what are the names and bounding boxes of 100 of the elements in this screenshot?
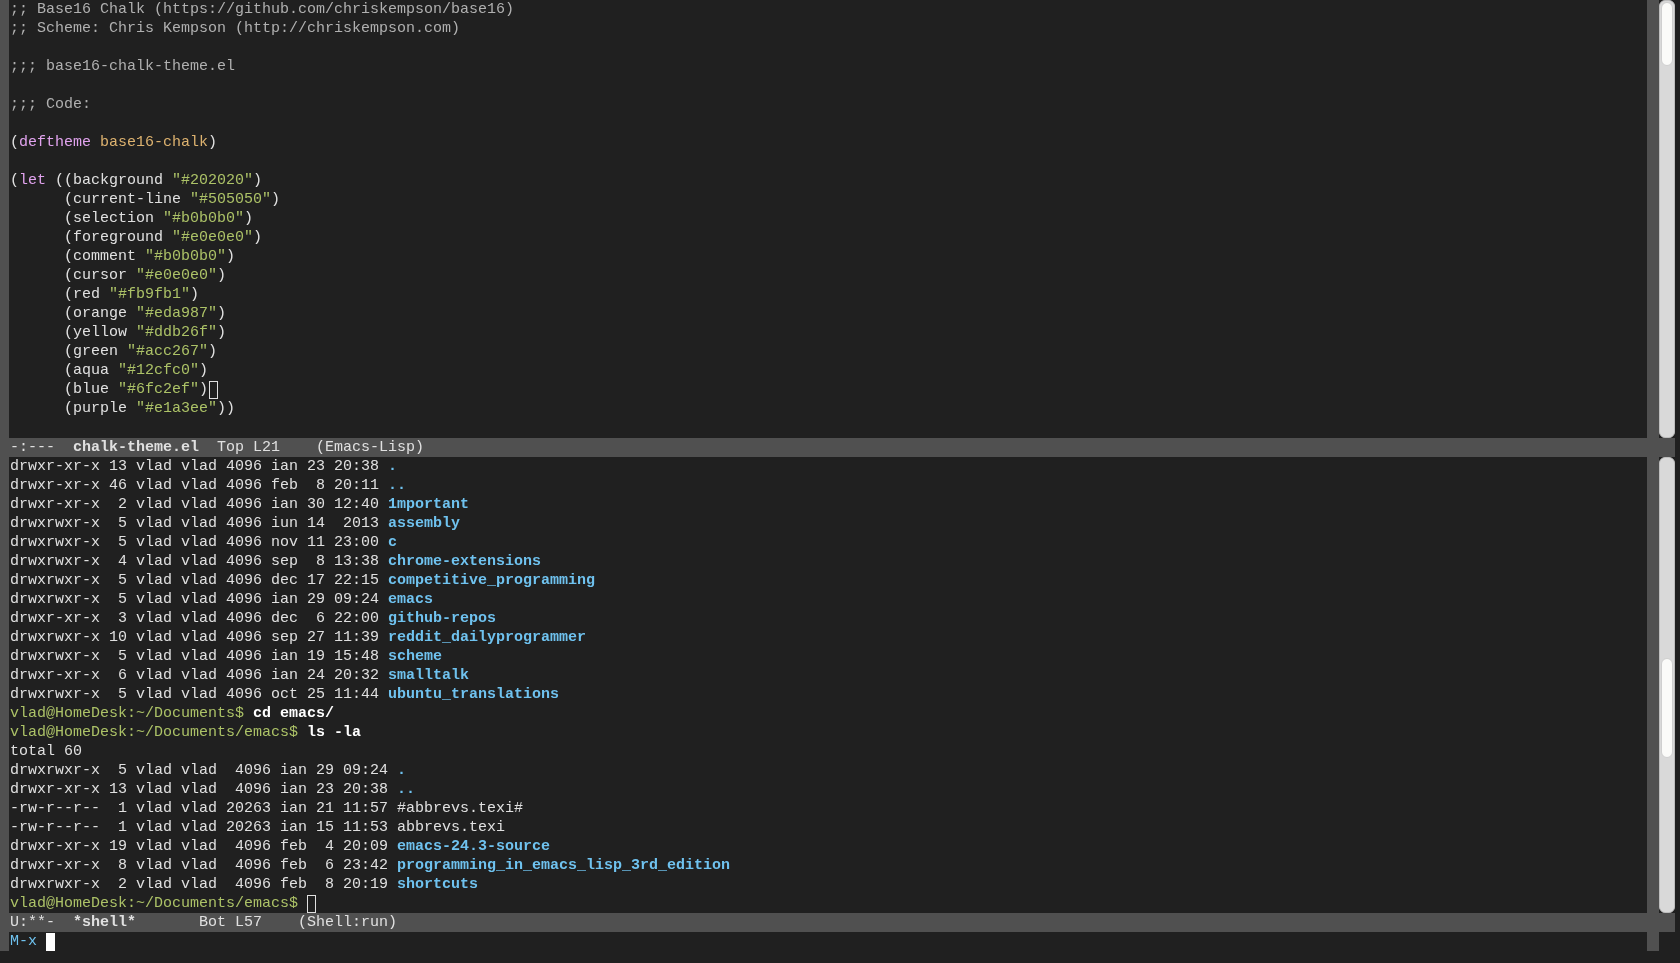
code-text: (current-line bbox=[63, 190, 183, 209]
major-mode: (Shell:run) bbox=[298, 913, 398, 932]
string-literal: "#6fc2ef" bbox=[118, 380, 200, 399]
scrollbar-track[interactable] bbox=[1659, 0, 1675, 438]
directory-name: assembly bbox=[388, 514, 461, 533]
minibuffer-prompt: M-x bbox=[10, 932, 37, 951]
file-name: #abbrevs.texi# bbox=[397, 799, 524, 818]
code-keyword: let bbox=[19, 171, 47, 190]
string-literal: "#ddb26f" bbox=[136, 323, 218, 342]
listing-details: drwxr-xr-x 46 vlad vlad 4096 feb 8 20:11 bbox=[10, 476, 380, 495]
listing-details: drwxr-xr-x 8 vlad vlad 4096 feb 6 23:42 bbox=[10, 856, 389, 875]
string-literal: "#e0e0e0" bbox=[172, 228, 254, 247]
shell-prompt: vlad@HomeDesk:~/Documents/emacs$ bbox=[10, 723, 299, 742]
code-text: ) bbox=[253, 228, 263, 247]
string-literal: "#b0b0b0" bbox=[145, 247, 227, 266]
shell-output: total 60 bbox=[10, 742, 82, 761]
directory-name: scheme bbox=[388, 647, 443, 666]
directory-name: 1mportant bbox=[388, 495, 470, 514]
code-text: ) bbox=[217, 266, 227, 285]
code-text: (aqua bbox=[63, 361, 111, 380]
string-literal: "#fb9fb1" bbox=[109, 285, 191, 304]
directory-name: emacs bbox=[388, 590, 434, 609]
string-literal: "#acc267" bbox=[127, 342, 209, 361]
code-text: (yellow bbox=[63, 323, 129, 342]
listing-details: drwxrwxr-x 5 vlad vlad 4096 dec 17 22:15 bbox=[10, 571, 380, 590]
listing-details: drwxrwxr-x 5 vlad vlad 4096 ian 29 09:24 bbox=[10, 761, 389, 780]
buffer-position: Bot L57 bbox=[199, 913, 264, 932]
string-literal: "#e0e0e0" bbox=[136, 266, 218, 285]
buffer-name: *shell* bbox=[73, 913, 137, 932]
directory-name: competitive_programming bbox=[388, 571, 596, 590]
scrollbar-track[interactable] bbox=[1659, 457, 1675, 913]
directory-name: chrome-extensions bbox=[388, 552, 542, 571]
code-text: ) bbox=[199, 361, 209, 380]
code-text: )) bbox=[217, 399, 236, 418]
directory-name: c bbox=[388, 533, 398, 552]
code-text: ) bbox=[226, 247, 236, 266]
buffer-status: U:**- bbox=[10, 913, 56, 932]
shell-command: cd emacs/ bbox=[253, 704, 335, 723]
listing-details: drwxrwxr-x 5 vlad vlad 4096 nov 11 23:00 bbox=[10, 533, 380, 552]
directory-name: github-repos bbox=[388, 609, 497, 628]
code-comment: ;; Base16 Chalk (https://github.com/chriskempson/base16) bbox=[10, 0, 515, 19]
directory-name: .. bbox=[397, 780, 416, 799]
listing-details: drwxr-xr-x 3 vlad vlad 4096 dec 6 22:00 bbox=[10, 609, 380, 628]
code-text: ) bbox=[190, 285, 200, 304]
string-literal: "#12cfc0" bbox=[118, 361, 200, 380]
listing-details: drwxr-xr-x 6 vlad vlad 4096 ian 24 20:32 bbox=[10, 666, 380, 685]
code-text: (comment bbox=[63, 247, 138, 266]
scrollbar-thumb[interactable] bbox=[1661, 658, 1673, 758]
file-name: abbrevs.texi bbox=[397, 818, 506, 837]
code-text: (selection bbox=[63, 209, 156, 228]
string-literal: "#b0b0b0" bbox=[163, 209, 245, 228]
code-text: ( bbox=[10, 171, 19, 190]
listing-details: drwxrwxr-x 2 vlad vlad 4096 feb 8 20:19 bbox=[10, 875, 389, 894]
listing-details: drwxr-xr-x 13 vlad vlad 4096 ian 23 20:38 bbox=[10, 780, 389, 799]
directory-name: programming_in_emacs_lisp_3rd_edition bbox=[397, 856, 731, 875]
code-text: (red bbox=[63, 285, 101, 304]
code-text: (green bbox=[63, 342, 120, 361]
directory-name: emacs-24.3-source bbox=[397, 837, 551, 856]
code-symbol: base16-chalk bbox=[99, 133, 209, 152]
listing-details: -rw-r--r-- 1 vlad vlad 20263 ian 21 11:57 bbox=[10, 799, 389, 818]
listing-details: drwxrwxr-x 10 vlad vlad 4096 sep 27 11:39 bbox=[10, 628, 380, 647]
major-mode: (Emacs-Lisp) bbox=[316, 438, 425, 457]
code-text: (blue bbox=[63, 380, 111, 399]
buffer-position: Top L21 bbox=[217, 438, 282, 457]
directory-name: shortcuts bbox=[397, 875, 479, 894]
directory-name: ubuntu_translations bbox=[388, 685, 560, 704]
code-text: ) bbox=[244, 209, 254, 228]
directory-name: smalltalk bbox=[388, 666, 470, 685]
string-literal: "#202020" bbox=[172, 171, 254, 190]
code-text: ((background bbox=[54, 171, 165, 190]
directory-name: .. bbox=[388, 476, 407, 495]
listing-details: -rw-r--r-- 1 vlad vlad 20263 ian 15 11:53 bbox=[10, 818, 389, 837]
listing-details: drwxrwxr-x 4 vlad vlad 4096 sep 8 13:38 bbox=[10, 552, 380, 571]
listing-details: drwxrwxr-x 5 vlad vlad 4096 oct 25 11:44 bbox=[10, 685, 380, 704]
buffer-status: -:--- bbox=[10, 438, 56, 457]
directory-name: reddit_dailyprogrammer bbox=[388, 628, 587, 647]
directory-name: . bbox=[388, 457, 398, 476]
scrollbar-thumb[interactable] bbox=[1661, 2, 1673, 66]
code-text: ) bbox=[217, 323, 227, 342]
code-text: ) bbox=[253, 171, 263, 190]
code-keyword: deftheme bbox=[19, 133, 92, 152]
code-text: ) bbox=[199, 380, 209, 399]
buffer-name: chalk-theme.el bbox=[73, 438, 201, 457]
listing-details: drwxr-xr-x 13 vlad vlad 4096 ian 23 20:38 bbox=[10, 457, 380, 476]
code-text: (orange bbox=[63, 304, 129, 323]
code-text: (cursor bbox=[63, 266, 129, 285]
code-text: ( bbox=[10, 133, 19, 152]
listing-details: drwxr-xr-x 2 vlad vlad 4096 ian 30 12:40 bbox=[10, 495, 380, 514]
code-text: (purple bbox=[63, 399, 129, 418]
directory-name: . bbox=[397, 761, 407, 780]
listing-details: drwxr-xr-x 19 vlad vlad 4096 feb 4 20:09 bbox=[10, 837, 389, 856]
code-text: ) bbox=[271, 190, 281, 209]
shell-command: ls -la bbox=[307, 723, 362, 742]
code-comment: ;;; base16-chalk-theme.el bbox=[10, 57, 236, 76]
string-literal: "#e1a3ee" bbox=[136, 399, 218, 418]
code-text: ) bbox=[208, 342, 218, 361]
listing-details: drwxrwxr-x 5 vlad vlad 4096 ian 29 09:24 bbox=[10, 590, 380, 609]
code-text: (foreground bbox=[63, 228, 165, 247]
string-literal: "#eda987" bbox=[136, 304, 218, 323]
shell-prompt: vlad@HomeDesk:~/Documents$ bbox=[10, 704, 245, 723]
